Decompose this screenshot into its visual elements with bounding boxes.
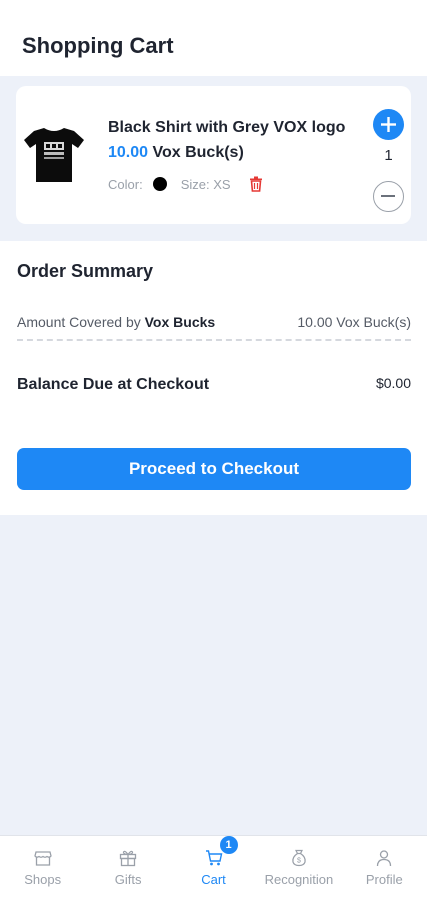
shop-icon xyxy=(33,851,52,866)
tab-label: Gifts xyxy=(114,872,142,887)
size-label: Size: XS xyxy=(180,176,231,192)
amount-covered-value: 10.00 Vox Buck(s) xyxy=(297,314,411,330)
quantity-value: 1 xyxy=(384,147,393,164)
header: Shopping Cart xyxy=(0,0,427,76)
page-title: Shopping Cart xyxy=(22,33,174,58)
balance-due-value: $0.00 xyxy=(375,375,411,391)
price-value: 10.00 xyxy=(108,144,149,161)
trash-icon[interactable] xyxy=(249,176,263,192)
tab-label: Shops xyxy=(24,872,62,887)
minus-icon xyxy=(381,195,395,197)
balance-due-label: Balance Due at Checkout xyxy=(17,376,210,393)
product-price: 10.00 Vox Buck(s) xyxy=(108,144,244,162)
order-summary: Order Summary Amount Covered by Vox Buck… xyxy=(0,241,427,515)
product-attributes: Color: Size: XS xyxy=(108,176,263,192)
product-name[interactable]: Black Shirt with Grey VOX logo xyxy=(108,119,345,137)
price-unit: Vox Buck(s) xyxy=(152,144,244,161)
cart-icon xyxy=(205,850,222,866)
gift-icon xyxy=(119,850,137,867)
plus-icon xyxy=(381,117,396,132)
cart-badge: 1 xyxy=(219,836,238,854)
profile-icon xyxy=(377,850,392,867)
cart-list: Black Shirt with Grey VOX logo 10.00 Vox… xyxy=(0,76,427,240)
bottom-tab-bar: Shops Gifts 1 Cart $ Recognition Profile xyxy=(0,835,427,900)
tab-label: Profile xyxy=(365,872,403,887)
amount-covered-bold: Vox Bucks xyxy=(144,314,216,330)
tab-recognition[interactable]: $ Recognition xyxy=(256,836,341,900)
decrease-quantity-button[interactable] xyxy=(373,181,404,212)
svg-text:$: $ xyxy=(297,858,301,865)
proceed-to-checkout-button[interactable]: Proceed to Checkout xyxy=(17,448,411,490)
order-summary-title: Order Summary xyxy=(17,261,154,281)
cart-item-card: Black Shirt with Grey VOX logo 10.00 Vox… xyxy=(16,86,411,224)
tab-shops[interactable]: Shops xyxy=(0,836,85,900)
product-image[interactable] xyxy=(22,122,86,186)
color-swatch xyxy=(152,177,167,191)
amount-covered-prefix: Amount Covered by xyxy=(17,314,141,330)
color-label: Color: xyxy=(108,176,143,192)
tab-cart[interactable]: 1 Cart xyxy=(171,836,256,900)
divider xyxy=(17,339,411,341)
increase-quantity-button[interactable] xyxy=(373,109,404,140)
tab-profile[interactable]: Profile xyxy=(342,836,427,900)
tab-label: Recognition xyxy=(264,872,334,887)
amount-covered-label: Amount Covered by Vox Bucks xyxy=(17,314,215,330)
tab-label: Cart xyxy=(201,872,226,887)
tab-gifts[interactable]: Gifts xyxy=(85,836,170,900)
recognition-icon: $ xyxy=(292,849,306,867)
